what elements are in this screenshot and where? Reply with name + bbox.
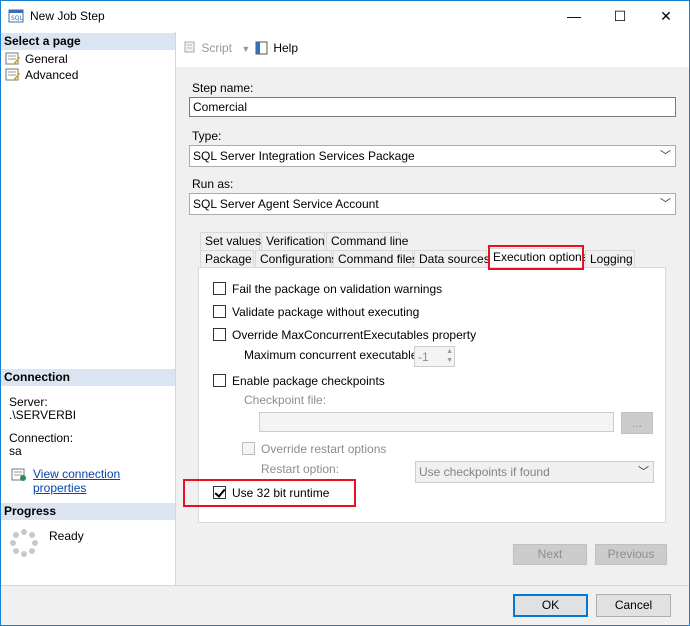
wrench-icon — [5, 68, 20, 81]
svg-text:SQL: SQL — [11, 15, 24, 22]
help-button[interactable]: Help — [254, 41, 298, 55]
connection-properties-icon — [11, 468, 26, 481]
browse-checkpoint-button[interactable]: ... — [621, 412, 653, 434]
close-button[interactable]: ✕ — [643, 1, 689, 31]
enable-checkpoints-label: Enable package checkpoints — [232, 374, 385, 388]
chevron-down-icon: ﹀ — [638, 466, 649, 478]
type-select-value: SQL Server Integration Services Package — [193, 149, 415, 163]
script-dropdown-icon[interactable]: ▼ — [241, 44, 250, 54]
restart-option-value: Use checkpoints if found — [419, 465, 550, 479]
tab-command-line[interactable]: Command line — [326, 232, 408, 250]
help-label: Help — [273, 41, 299, 55]
override-max-concurrent-checkbox[interactable]: Override MaxConcurrentExecutables proper… — [213, 328, 476, 344]
progress-header: Progress — [1, 503, 175, 520]
validate-without-executing-label: Validate package without executing — [232, 305, 420, 319]
page-item-advanced[interactable]: Advanced — [5, 67, 78, 83]
restart-option-label: Restart option: — [261, 462, 340, 476]
stepper-arrows-icon[interactable]: ▲ ▼ — [446, 347, 453, 365]
max-concurrent-label: Maximum concurrent executables: — [244, 348, 427, 362]
script-button[interactable]: Script ▼ — [182, 41, 250, 55]
connection-value: sa — [9, 444, 22, 458]
tab-configurations[interactable]: Configurations — [255, 250, 337, 268]
tab-verification[interactable]: Verification — [261, 232, 325, 250]
checkbox-box[interactable] — [213, 305, 226, 318]
highlight-execution-options-tab — [488, 245, 584, 270]
tab-command-files[interactable]: Command files — [333, 250, 418, 268]
tab-package[interactable]: Package — [200, 250, 254, 268]
checkbox-box[interactable] — [242, 442, 255, 455]
title-bar: SQL New Job Step — ☐ ✕ — [1, 1, 689, 31]
max-concurrent-stepper[interactable]: -1 ▲ ▼ — [414, 346, 455, 367]
type-label: Type: — [192, 129, 222, 143]
server-value: .\SERVERBI — [9, 408, 77, 422]
run-as-select[interactable]: SQL Server Agent Service Account ﹀ — [189, 193, 676, 215]
window-title: New Job Step — [30, 9, 105, 23]
step-name-label: Step name: — [192, 81, 254, 95]
progress-status: Ready — [49, 529, 84, 543]
run-as-label: Run as: — [192, 177, 234, 191]
run-as-select-value: SQL Server Agent Service Account — [193, 197, 379, 211]
highlight-use-32bit — [183, 479, 356, 507]
max-concurrent-value: -1 — [418, 350, 429, 364]
checkbox-box[interactable] — [213, 374, 226, 387]
tab-logging[interactable]: Logging — [585, 250, 635, 268]
toolbar: Script ▼ Help — [176, 32, 689, 66]
dialog-window: SQL New Job Step — ☐ ✕ Select a page Gen… — [0, 0, 690, 626]
checkpoint-file-label: Checkpoint file: — [244, 393, 327, 407]
script-icon — [184, 41, 195, 53]
progress-spinner-icon — [10, 529, 38, 557]
tab-data-sources[interactable]: Data sources — [414, 250, 490, 268]
page-item-label: Advanced — [25, 68, 79, 82]
override-restart-label: Override restart options — [261, 442, 387, 456]
fail-on-warnings-label: Fail the package on validation warnings — [232, 282, 443, 296]
previous-button[interactable]: Previous — [595, 544, 667, 565]
connection-label: Connection: — [9, 431, 74, 445]
left-pane: Select a page General Advanced Connectio… — [1, 32, 176, 585]
cancel-button[interactable]: Cancel — [596, 594, 671, 617]
override-restart-checkbox[interactable]: Override restart options — [242, 442, 386, 458]
enable-checkpoints-checkbox[interactable]: Enable package checkpoints — [213, 374, 385, 390]
job-step-icon: SQL — [8, 9, 24, 23]
checkbox-box[interactable] — [213, 282, 226, 295]
validate-without-executing-checkbox[interactable]: Validate package without executing — [213, 305, 419, 321]
page-item-general[interactable]: General — [5, 51, 68, 67]
next-button[interactable]: Next — [513, 544, 587, 565]
page-item-label: General — [25, 52, 68, 66]
fail-on-warnings-checkbox[interactable]: Fail the package on validation warnings — [213, 282, 442, 298]
view-connection-properties-link[interactable]: View connection properties — [33, 467, 175, 495]
select-page-header: Select a page — [1, 33, 175, 50]
wrench-icon — [5, 52, 20, 65]
ok-button[interactable]: OK — [513, 594, 588, 617]
chevron-down-icon: ﹀ — [660, 150, 671, 162]
checkbox-box[interactable] — [213, 328, 226, 341]
connection-header: Connection — [1, 369, 175, 386]
minimize-button[interactable]: — — [551, 1, 597, 31]
script-label: Script — [201, 41, 233, 55]
type-select[interactable]: SQL Server Integration Services Package … — [189, 145, 676, 167]
override-max-concurrent-label: Override MaxConcurrentExecutables proper… — [232, 328, 477, 342]
tab-set-values[interactable]: Set values — [200, 232, 261, 250]
chevron-down-icon: ﹀ — [660, 198, 671, 210]
server-label: Server: — [9, 395, 48, 409]
maximize-button[interactable]: ☐ — [597, 1, 643, 31]
restart-option-select[interactable]: Use checkpoints if found ﹀ — [415, 461, 654, 483]
checkpoint-file-input[interactable] — [259, 412, 614, 432]
step-name-input[interactable]: Comercial — [189, 97, 676, 117]
help-icon — [255, 41, 268, 55]
